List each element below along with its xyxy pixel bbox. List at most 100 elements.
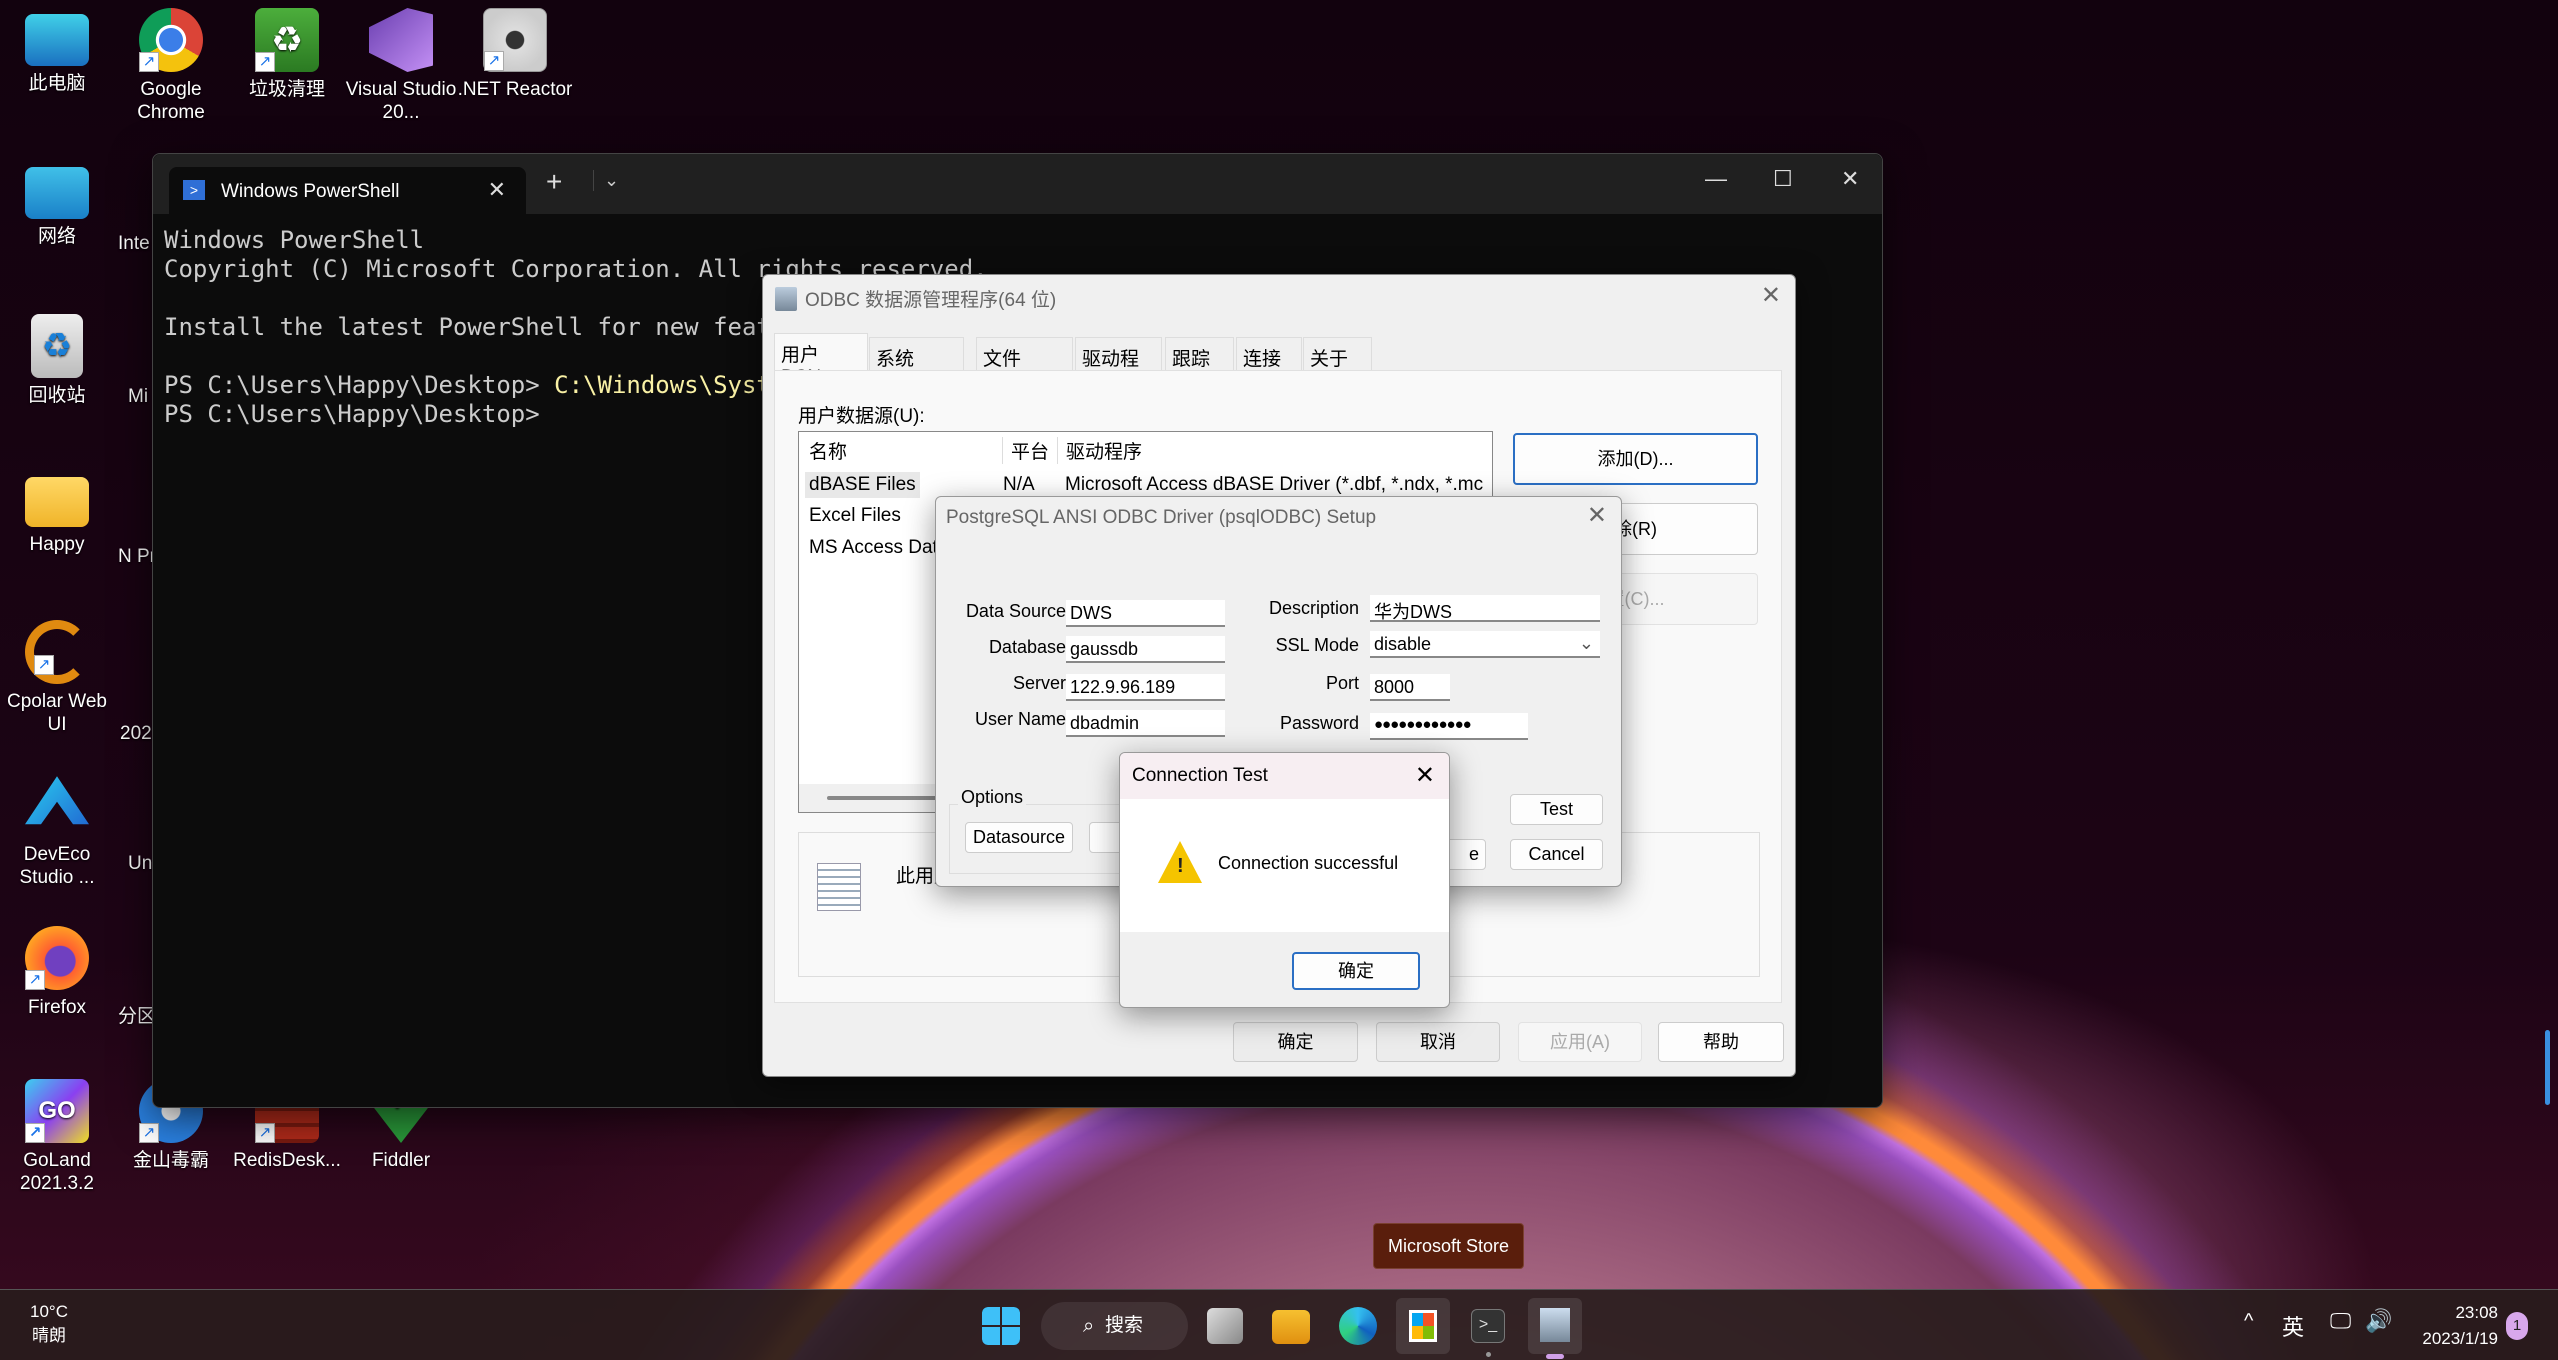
active-indicator: [1546, 1354, 1564, 1359]
new-tab-button[interactable]: +: [546, 166, 562, 198]
deveco-icon: [25, 776, 89, 825]
tab-system-dsn[interactable]: 系统 DSN: [869, 337, 964, 392]
description-input[interactable]: 华为DWS: [1370, 595, 1600, 622]
shortcut-arrow-icon: ↗: [255, 1123, 275, 1143]
close-tab-icon[interactable]: ✕: [488, 177, 506, 203]
running-indicator: [1486, 1352, 1491, 1357]
user-name-label: User Name: [974, 709, 1066, 729]
recycle-cleaner-icon: ♻ ↗: [255, 8, 319, 72]
database-input[interactable]: gaussdb: [1066, 636, 1225, 663]
tab-about[interactable]: 关于: [1303, 337, 1372, 370]
database-label: Database: [988, 637, 1066, 657]
cancel-button[interactable]: Cancel: [1510, 839, 1603, 870]
tab-connection-pooling[interactable]: 连接池: [1236, 337, 1302, 397]
desktop-icon-recycle-bin[interactable]: ♻ 回收站: [0, 314, 117, 407]
terminal-icon[interactable]: >_: [1471, 1309, 1505, 1343]
desktop-icon-this-pc[interactable]: 此电脑: [0, 8, 117, 95]
dialog-titlebar: Connection Test ✕: [1120, 753, 1449, 799]
tab-user-dsn[interactable]: 用户 DSN: [774, 333, 868, 388]
file-explorer-icon[interactable]: [1272, 1310, 1310, 1344]
list-label: 用户数据源(U):: [798, 406, 925, 427]
password-input[interactable]: ●●●●●●●●●●●●: [1370, 713, 1528, 740]
data-source-input[interactable]: DWS: [1066, 600, 1225, 627]
list-row[interactable]: MS Access Dat: [809, 537, 938, 559]
shortcut-arrow-icon: ↗: [25, 970, 45, 990]
input-method-indicator[interactable]: 英: [2282, 1310, 2304, 1342]
desktop-icon-deveco[interactable]: DevEco Studio ...: [0, 773, 117, 889]
desktop-icon-visual-studio[interactable]: Visual Studio 20...: [341, 8, 461, 124]
desktop-icon-network[interactable]: 网络: [0, 161, 117, 248]
shortcut-arrow-icon: ↗: [25, 1123, 45, 1143]
data-source-label: Data Source: [965, 601, 1066, 621]
connection-test-dialog[interactable]: Connection Test ✕ ! Connection successful…: [1119, 752, 1450, 1008]
weather-widget[interactable]: 10°C 晴朗: [30, 1300, 68, 1348]
shortcut-arrow-icon: ↗: [484, 51, 504, 71]
desktop-icon-net-reactor[interactable]: ↗ .NET Reactor: [455, 8, 575, 101]
visual-studio-icon: [369, 8, 433, 72]
port-input[interactable]: 8000: [1370, 674, 1450, 701]
start-button[interactable]: [982, 1307, 1020, 1345]
edge-scroll-indicator: [2545, 1030, 2550, 1105]
cancel-button[interactable]: 取消: [1376, 1022, 1500, 1062]
shortcut-arrow-icon: ↗: [139, 1123, 159, 1143]
options-label: Options: [958, 787, 1027, 808]
password-label: Password: [1279, 713, 1359, 733]
odbc-logo-icon: [1540, 1308, 1570, 1342]
dialog-title: PostgreSQL ANSI ODBC Driver (psqlODBC) S…: [946, 507, 1377, 528]
task-view-icon[interactable]: [1207, 1308, 1243, 1344]
edge-icon[interactable]: [1339, 1307, 1377, 1345]
ok-button[interactable]: 确定: [1292, 952, 1420, 990]
desktop-icon-firefox[interactable]: ↗ Firefox: [0, 926, 117, 1019]
search-button[interactable]: ⌕ 搜索: [1041, 1302, 1188, 1350]
recycle-bin-icon: ♻: [31, 314, 83, 378]
microsoft-store-icon[interactable]: [1396, 1298, 1450, 1354]
warning-exclamation-icon: !: [1177, 855, 1184, 877]
shortcut-arrow-icon: ↗: [255, 52, 275, 72]
terminal-tab[interactable]: > Windows PowerShell ✕: [169, 167, 526, 214]
odbc-taskbar-icon[interactable]: [1528, 1298, 1582, 1354]
close-button[interactable]: ✕: [1415, 761, 1435, 790]
close-button[interactable]: ✕: [1761, 281, 1781, 310]
desktop-icon-happy[interactable]: Happy: [0, 467, 117, 556]
maximize-button[interactable]: ☐: [1773, 166, 1793, 192]
apply-button[interactable]: 应用(A): [1518, 1022, 1642, 1062]
tab-tracing[interactable]: 跟踪: [1165, 337, 1234, 370]
desktop-icon-chrome[interactable]: ↗ Google Chrome: [111, 8, 231, 124]
ok-button[interactable]: 确定: [1233, 1022, 1358, 1062]
goland-icon: GO ↗: [25, 1079, 89, 1143]
column-header-platform[interactable]: 平台: [1002, 437, 1049, 464]
datasource-button[interactable]: Datasource: [965, 822, 1073, 853]
list-row[interactable]: Excel Files: [809, 505, 901, 527]
firefox-icon: ↗: [25, 926, 89, 990]
minimize-button[interactable]: —: [1705, 166, 1727, 192]
server-label: Server: [1012, 673, 1066, 693]
taskbar: 10°C 晴朗 ⌕ 搜索 >_ ^ 英 🖵 🔊 23:08 2023/1/19 1: [0, 1289, 2558, 1360]
tab-file-dsn[interactable]: 文件 DSN: [976, 337, 1073, 392]
desktop-icon-cpolar[interactable]: ↗ Cpolar Web UI: [0, 620, 117, 736]
tab-drivers[interactable]: 驱动程序: [1075, 337, 1162, 397]
network-icon[interactable]: 🖵: [2330, 1308, 2351, 1334]
help-button[interactable]: 帮助: [1658, 1022, 1784, 1062]
user-folder-icon: [25, 477, 89, 527]
message-text: Connection successful: [1218, 853, 1399, 873]
user-name-input[interactable]: dbadmin: [1066, 710, 1225, 737]
computer-icon: [25, 14, 89, 66]
clock[interactable]: 23:08 2023/1/19: [2418, 1300, 2498, 1352]
server-input[interactable]: 122.9.96.189: [1066, 674, 1225, 701]
tab-dropdown-button[interactable]: ⌄: [593, 170, 619, 191]
close-button[interactable]: ✕: [1587, 501, 1607, 530]
volume-icon[interactable]: 🔊: [2365, 1308, 2392, 1334]
store-logo-icon: [1409, 1310, 1437, 1342]
shortcut-arrow-icon: ↗: [34, 655, 54, 675]
ssl-mode-select[interactable]: disable ⌄: [1370, 631, 1600, 658]
column-header-driver[interactable]: 驱动程序: [1057, 437, 1142, 464]
add-button[interactable]: 添加(D)...: [1513, 433, 1758, 485]
desktop-icon-trash-cleaner[interactable]: ♻ ↗ 垃圾清理: [227, 8, 347, 101]
close-window-button[interactable]: ✕: [1841, 166, 1859, 192]
column-header-name[interactable]: 名称: [809, 437, 847, 464]
test-button[interactable]: Test: [1510, 794, 1603, 825]
chrome-icon: ↗: [139, 8, 203, 72]
chevron-up-icon[interactable]: ^: [2244, 1310, 2253, 1333]
desktop-icon-goland[interactable]: GO ↗ GoLand 2021.3.2: [0, 1079, 117, 1195]
notification-badge[interactable]: 1: [2506, 1312, 2528, 1340]
